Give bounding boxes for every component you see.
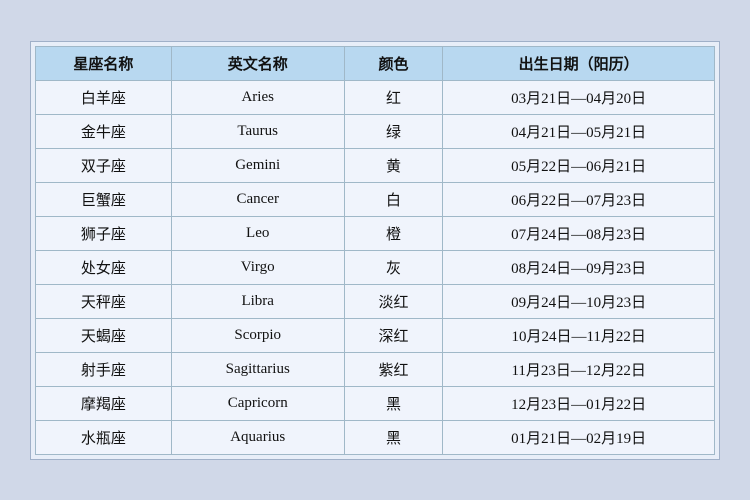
table-row: 射手座Sagittarius紫红11月23日—12月22日 xyxy=(36,352,715,386)
cell-english-name: Aries xyxy=(171,80,344,114)
cell-color: 淡红 xyxy=(344,284,443,318)
cell-date: 09月24日—10月23日 xyxy=(443,284,715,318)
table-row: 金牛座Taurus绿04月21日—05月21日 xyxy=(36,114,715,148)
cell-chinese-name: 双子座 xyxy=(36,148,172,182)
cell-chinese-name: 巨蟹座 xyxy=(36,182,172,216)
cell-color: 深红 xyxy=(344,318,443,352)
header-date: 出生日期（阳历） xyxy=(443,46,715,80)
cell-english-name: Aquarius xyxy=(171,420,344,454)
cell-color: 绿 xyxy=(344,114,443,148)
header-color: 颜色 xyxy=(344,46,443,80)
table-row: 天秤座Libra淡红09月24日—10月23日 xyxy=(36,284,715,318)
table-header-row: 星座名称 英文名称 颜色 出生日期（阳历） xyxy=(36,46,715,80)
table-row: 天蝎座Scorpio深红10月24日—11月22日 xyxy=(36,318,715,352)
cell-chinese-name: 水瓶座 xyxy=(36,420,172,454)
cell-date: 08月24日—09月23日 xyxy=(443,250,715,284)
cell-date: 12月23日—01月22日 xyxy=(443,386,715,420)
cell-date: 04月21日—05月21日 xyxy=(443,114,715,148)
table-row: 处女座Virgo灰08月24日—09月23日 xyxy=(36,250,715,284)
cell-english-name: Taurus xyxy=(171,114,344,148)
cell-chinese-name: 摩羯座 xyxy=(36,386,172,420)
table-row: 摩羯座Capricorn黑12月23日—01月22日 xyxy=(36,386,715,420)
cell-date: 03月21日—04月20日 xyxy=(443,80,715,114)
cell-date: 05月22日—06月21日 xyxy=(443,148,715,182)
cell-chinese-name: 白羊座 xyxy=(36,80,172,114)
cell-date: 01月21日—02月19日 xyxy=(443,420,715,454)
table-row: 巨蟹座Cancer白06月22日—07月23日 xyxy=(36,182,715,216)
cell-color: 红 xyxy=(344,80,443,114)
cell-english-name: Scorpio xyxy=(171,318,344,352)
cell-chinese-name: 金牛座 xyxy=(36,114,172,148)
cell-english-name: Leo xyxy=(171,216,344,250)
cell-english-name: Gemini xyxy=(171,148,344,182)
header-english-name: 英文名称 xyxy=(171,46,344,80)
cell-chinese-name: 天蝎座 xyxy=(36,318,172,352)
cell-color: 黑 xyxy=(344,420,443,454)
cell-date: 06月22日—07月23日 xyxy=(443,182,715,216)
cell-date: 07月24日—08月23日 xyxy=(443,216,715,250)
header-chinese-name: 星座名称 xyxy=(36,46,172,80)
cell-color: 灰 xyxy=(344,250,443,284)
cell-color: 黄 xyxy=(344,148,443,182)
cell-chinese-name: 处女座 xyxy=(36,250,172,284)
cell-color: 黑 xyxy=(344,386,443,420)
cell-date: 11月23日—12月22日 xyxy=(443,352,715,386)
cell-chinese-name: 射手座 xyxy=(36,352,172,386)
cell-chinese-name: 狮子座 xyxy=(36,216,172,250)
cell-english-name: Capricorn xyxy=(171,386,344,420)
table-row: 狮子座Leo橙07月24日—08月23日 xyxy=(36,216,715,250)
table-row: 白羊座Aries红03月21日—04月20日 xyxy=(36,80,715,114)
table-body: 白羊座Aries红03月21日—04月20日金牛座Taurus绿04月21日—0… xyxy=(36,80,715,454)
table-row: 双子座Gemini黄05月22日—06月21日 xyxy=(36,148,715,182)
cell-color: 紫红 xyxy=(344,352,443,386)
cell-english-name: Cancer xyxy=(171,182,344,216)
zodiac-table-container: 星座名称 英文名称 颜色 出生日期（阳历） 白羊座Aries红03月21日—04… xyxy=(30,41,720,460)
cell-color: 白 xyxy=(344,182,443,216)
cell-english-name: Sagittarius xyxy=(171,352,344,386)
cell-english-name: Virgo xyxy=(171,250,344,284)
cell-chinese-name: 天秤座 xyxy=(36,284,172,318)
cell-date: 10月24日—11月22日 xyxy=(443,318,715,352)
cell-color: 橙 xyxy=(344,216,443,250)
cell-english-name: Libra xyxy=(171,284,344,318)
zodiac-table: 星座名称 英文名称 颜色 出生日期（阳历） 白羊座Aries红03月21日—04… xyxy=(35,46,715,455)
table-row: 水瓶座Aquarius黑01月21日—02月19日 xyxy=(36,420,715,454)
